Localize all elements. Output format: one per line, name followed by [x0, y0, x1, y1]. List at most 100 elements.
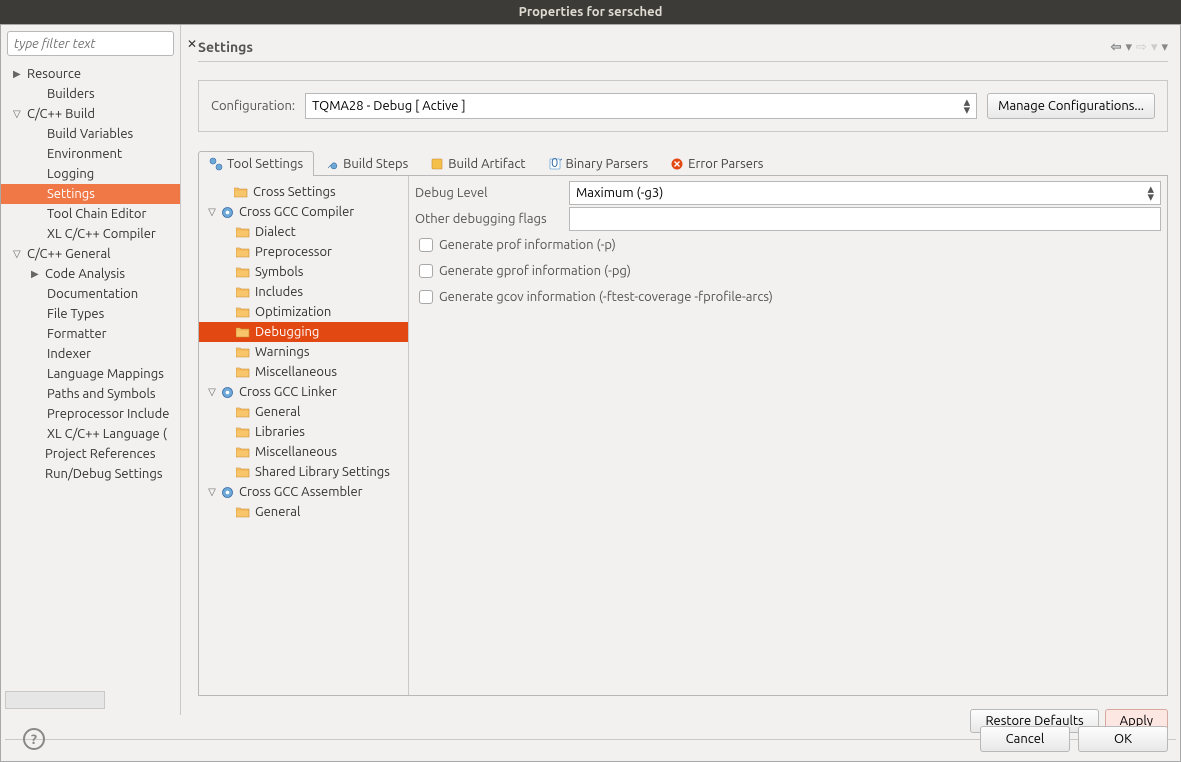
tab-error-parsers[interactable]: Error Parsers — [659, 151, 774, 176]
tab-build-artifact[interactable]: Build Artifact — [419, 151, 536, 176]
nav-item[interactable]: Documentation — [1, 284, 180, 304]
gear-icon — [219, 385, 235, 399]
tool-tree-label: Includes — [255, 285, 303, 299]
nav-item-label: C/C++ Build — [25, 107, 95, 121]
ok-button[interactable]: OK — [1078, 726, 1168, 752]
tools-icon — [209, 157, 223, 171]
nav-item[interactable]: ▽C/C++ General — [1, 244, 180, 264]
tree-twisty-icon[interactable]: ▽ — [205, 206, 219, 218]
sidebar-tab-placeholder — [5, 691, 105, 709]
tool-tree-item[interactable]: Includes — [199, 282, 408, 302]
nav-item[interactable]: Paths and Symbols — [1, 384, 180, 404]
view-menu-icon[interactable]: ▾ — [1161, 40, 1168, 55]
tool-tree-item[interactable]: Preprocessor — [199, 242, 408, 262]
nav-item[interactable]: Builders — [1, 84, 180, 104]
other-flags-input[interactable] — [569, 207, 1161, 231]
folder-icon — [235, 465, 251, 479]
nav-item[interactable]: XL C/C++ Language ( — [1, 424, 180, 444]
window-title: Properties for sersched — [0, 0, 1181, 24]
tree-twisty-icon[interactable]: ▽ — [205, 386, 219, 398]
configuration-label: Configuration: — [211, 99, 295, 113]
tool-tree-item[interactable]: Symbols — [199, 262, 408, 282]
tool-tree-label: Cross GCC Linker — [239, 385, 337, 399]
nav-back-menu-icon[interactable]: ▾ — [1126, 40, 1133, 55]
tool-tree-item[interactable]: ▽ Cross GCC Assembler — [199, 482, 408, 502]
nav-item[interactable]: ▶Code Analysis — [1, 264, 180, 284]
filter-box[interactable]: ✕ — [7, 31, 174, 56]
nav-forward-icon[interactable]: ⇨ — [1136, 40, 1147, 55]
tool-tree-item[interactable]: ▽Cross GCC Compiler — [199, 202, 408, 222]
checkbox[interactable] — [419, 264, 433, 278]
tool-tree-item[interactable]: Miscellaneous — [199, 362, 408, 382]
tool-tree-label: Warnings — [255, 345, 310, 359]
tool-tree-item[interactable]: Dialect — [199, 222, 408, 242]
nav-item-label: Formatter — [45, 327, 107, 341]
nav-item[interactable]: Build Variables — [1, 124, 180, 144]
tree-twisty-icon[interactable]: ▽ — [13, 248, 25, 260]
folder-icon — [235, 365, 251, 379]
debug-level-select[interactable]: Maximum (-g3) ▴▾ — [569, 181, 1161, 205]
tool-tree-item[interactable]: Optimization — [199, 302, 408, 322]
configuration-select[interactable]: TQMA28 - Debug [ Active ] ▴▾ — [305, 93, 977, 119]
tool-tree-label: Cross GCC Assembler — [239, 485, 363, 499]
tree-twisty-icon[interactable]: ▶ — [13, 68, 25, 80]
tool-tree-item[interactable]: ▽ Cross GCC Linker — [199, 382, 408, 402]
help-icon[interactable]: ? — [23, 728, 45, 750]
nav-item-label: Build Variables — [45, 127, 133, 141]
nav-item[interactable]: Formatter — [1, 324, 180, 344]
configuration-spinner-icon[interactable]: ▴▾ — [964, 98, 971, 114]
nav-item[interactable]: ▶Resource — [1, 64, 180, 84]
nav-item-label: Environment — [45, 147, 122, 161]
tab-build-steps[interactable]: Build Steps — [314, 151, 419, 176]
wrench-icon — [325, 157, 339, 171]
nav-item-label: Preprocessor Include — [45, 407, 169, 421]
cancel-button[interactable]: Cancel — [980, 726, 1070, 752]
nav-item[interactable]: File Types — [1, 304, 180, 324]
nav-item[interactable]: Project References — [1, 444, 180, 464]
tool-tree-label: Preprocessor — [255, 245, 332, 259]
tab-binary-parsers[interactable]: Binary Parsers — [537, 151, 660, 176]
nav-back-icon[interactable]: ⇦ — [1111, 40, 1122, 55]
nav-item[interactable]: ▽C/C++ Build — [1, 104, 180, 124]
folder-icon — [233, 185, 249, 199]
tree-twisty-icon[interactable]: ▽ — [13, 108, 25, 120]
nav-item-label: Settings — [45, 187, 95, 201]
tool-tree-item[interactable]: Cross Settings — [199, 182, 408, 202]
nav-item[interactable]: Logging — [1, 164, 180, 184]
checkbox-row: Generate gprof information (-pg) — [415, 258, 1161, 284]
tool-tree-item[interactable]: Miscellaneous — [199, 442, 408, 462]
tool-tree-label: General — [255, 405, 300, 419]
nav-item[interactable]: Tool Chain Editor — [1, 204, 180, 224]
nav-item[interactable]: Preprocessor Include — [1, 404, 180, 424]
checkbox[interactable] — [419, 290, 433, 304]
checkbox-label: Generate prof information (-p) — [439, 238, 616, 252]
manage-configurations-button[interactable]: Manage Configurations... — [987, 93, 1155, 119]
tool-tree-label: Miscellaneous — [255, 445, 337, 459]
nav-item[interactable]: Settings — [1, 184, 180, 204]
tool-tree-item[interactable]: Debugging — [199, 322, 408, 342]
debug-level-spinner-icon[interactable]: ▴▾ — [1147, 185, 1154, 201]
tab-label: Binary Parsers — [566, 157, 649, 171]
checkbox-row: Generate gcov information (-ftest-covera… — [415, 284, 1161, 310]
tool-tree-item[interactable]: Libraries — [199, 422, 408, 442]
nav-forward-menu-icon[interactable]: ▾ — [1151, 40, 1158, 55]
nav-item[interactable]: Run/Debug Settings — [1, 464, 180, 484]
configuration-value: TQMA28 - Debug [ Active ] — [312, 99, 465, 113]
nav-item[interactable]: Language Mappings — [1, 364, 180, 384]
tab-tool-settings[interactable]: Tool Settings — [198, 151, 314, 176]
nav-item-label: File Types — [45, 307, 104, 321]
category-sidebar: ✕ ▶ResourceBuilders▽C/C++ BuildBuild Var… — [1, 25, 181, 715]
nav-item[interactable]: Indexer — [1, 344, 180, 364]
tool-tree-item[interactable]: General — [199, 402, 408, 422]
tree-twisty-icon[interactable]: ▶ — [31, 268, 43, 280]
tree-twisty-icon[interactable]: ▽ — [205, 486, 219, 498]
nav-item[interactable]: Environment — [1, 144, 180, 164]
folder-icon — [235, 405, 251, 419]
nav-item[interactable]: XL C/C++ Compiler — [1, 224, 180, 244]
tool-tree-item[interactable]: General — [199, 502, 408, 522]
tool-tree-item[interactable]: Warnings — [199, 342, 408, 362]
filter-input[interactable] — [12, 36, 187, 52]
checkbox-label: Generate gcov information (-ftest-covera… — [439, 290, 773, 304]
checkbox[interactable] — [419, 238, 433, 252]
tool-tree-item[interactable]: Shared Library Settings — [199, 462, 408, 482]
